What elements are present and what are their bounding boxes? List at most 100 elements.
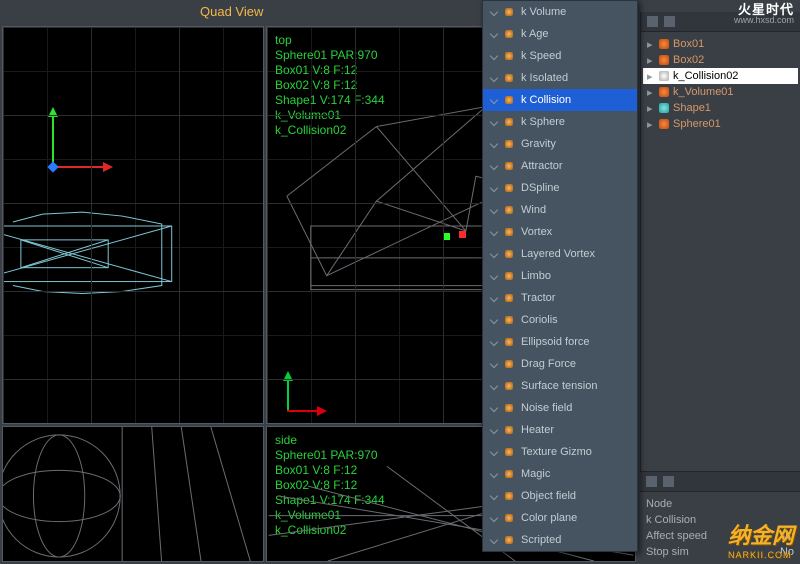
submenu-caret-icon (490, 184, 498, 192)
submenu-caret-icon (490, 316, 498, 324)
force-icon (505, 404, 513, 412)
force-icon (505, 492, 513, 500)
outliner-item-k_collision02[interactable]: ▸k_Collision02 (643, 68, 798, 84)
object-type-icon (659, 55, 669, 65)
menu-item-label: k Isolated (521, 72, 568, 84)
outliner-item-shape1[interactable]: ▸ Shape1 (643, 100, 798, 116)
menu-item-label: Scripted (521, 534, 561, 546)
force-icon (505, 294, 513, 302)
submenu-caret-icon (490, 140, 498, 148)
menu-item-ellipsoid-force[interactable]: Ellipsoid force (483, 331, 637, 353)
menu-item-texture-gizmo[interactable]: Texture Gizmo (483, 441, 637, 463)
submenu-caret-icon (490, 470, 498, 478)
menu-item-label: Gravity (521, 138, 556, 150)
submenu-caret-icon (490, 492, 498, 500)
menu-item-object-field[interactable]: Object field (483, 485, 637, 507)
panel-icon-a[interactable] (647, 16, 658, 27)
menu-item-color-plane[interactable]: Color plane (483, 507, 637, 529)
menu-item-coriolis[interactable]: Coriolis (483, 309, 637, 331)
force-type-menu[interactable]: k Volumek Agek Speed k Isolated k Collisio… (482, 0, 638, 552)
menu-item-k-volume[interactable]: k Volume (483, 1, 637, 23)
tree-caret-icon: ▸ (647, 70, 655, 83)
menu-item-wind[interactable]: Wind (483, 199, 637, 221)
submenu-caret-icon (490, 96, 498, 104)
quad-view-title: Quad View (200, 4, 263, 19)
outliner-item-box02[interactable]: ▸Box02 (643, 52, 798, 68)
force-icon (505, 272, 513, 280)
submenu-caret-icon (490, 30, 498, 38)
object-type-icon (659, 71, 669, 81)
menu-item-label: Noise field (521, 402, 572, 414)
submenu-caret-icon (490, 52, 498, 60)
menu-item-k-speed[interactable]: k Speed (483, 45, 637, 67)
node-heading: Node (646, 498, 672, 510)
submenu-caret-icon (490, 162, 498, 170)
field-stop-sim-value[interactable]: No (780, 546, 794, 558)
outliner-item-label: Shape1 (673, 102, 711, 114)
tree-caret-icon: ▸ (647, 102, 655, 115)
outliner-item-label: Box01 (673, 38, 704, 50)
menu-item-label: Wind (521, 204, 546, 216)
menu-item-label: Coriolis (521, 314, 558, 326)
tree-caret-icon: ▸ (647, 86, 655, 99)
force-icon (505, 162, 513, 170)
node-panel-icon-b[interactable] (663, 476, 674, 487)
menu-item-magic[interactable]: Magic (483, 463, 637, 485)
force-icon (505, 514, 513, 522)
outliner-item-label: k_Volume01 (673, 86, 734, 98)
tree-caret-icon: ▸ (647, 54, 655, 67)
outliner-item-box01[interactable]: ▸Box01 (643, 36, 798, 52)
outliner-tree[interactable]: ▸Box01▸Box02▸k_Collision02▸k_Volume01▸Sh… (641, 32, 800, 136)
menu-item-label: Vortex (521, 226, 552, 238)
wireframe-bl (3, 427, 263, 561)
menu-item-scripted[interactable]: Scripted (483, 529, 637, 551)
menu-item-k-isolated[interactable]: k Isolated (483, 67, 637, 89)
submenu-caret-icon (490, 294, 498, 302)
submenu-caret-icon (490, 206, 498, 214)
force-icon (505, 118, 513, 126)
menu-item-label: k Sphere (521, 116, 565, 128)
menu-item-label: Layered Vortex (521, 248, 595, 260)
menu-item-label: Heater (521, 424, 554, 436)
menu-item-k-collision[interactable]: k Collision (483, 89, 637, 111)
field-affect-speed-value[interactable]: No (780, 530, 794, 542)
menu-item-dspline[interactable]: DSpline (483, 177, 637, 199)
object-type-icon (659, 87, 669, 97)
force-icon (505, 184, 513, 192)
wireframe-tl (3, 27, 263, 423)
submenu-caret-icon (490, 250, 498, 258)
menu-item-label: DSpline (521, 182, 560, 194)
tree-caret-icon: ▸ (647, 118, 655, 131)
menu-item-limbo[interactable]: Limbo (483, 265, 637, 287)
node-panel: Node k Collision Affect speed No Stop si… (640, 471, 800, 564)
menu-item-label: k Collision (521, 94, 571, 106)
menu-item-noise-field[interactable]: Noise field (483, 397, 637, 419)
viewport-top-left[interactable] (2, 26, 264, 424)
field-stop-sim-label: Stop sim (646, 546, 689, 558)
force-icon (505, 30, 513, 38)
menu-item-heater[interactable]: Heater (483, 419, 637, 441)
menu-item-layered-vortex[interactable]: Layered Vortex (483, 243, 637, 265)
selected-vertex-a-icon (459, 231, 466, 238)
menu-item-label: Texture Gizmo (521, 446, 592, 458)
panel-icon-b[interactable] (664, 16, 675, 27)
force-icon (505, 8, 513, 16)
submenu-caret-icon (490, 118, 498, 126)
menu-item-surface-tension[interactable]: Surface tension (483, 375, 637, 397)
menu-item-tractor[interactable]: Tractor (483, 287, 637, 309)
viewport-bottom-left[interactable] (2, 426, 264, 562)
force-icon (505, 448, 513, 456)
menu-item-vortex[interactable]: Vortex (483, 221, 637, 243)
outliner-item-k_volume01[interactable]: ▸ k_Volume01 (643, 84, 798, 100)
force-icon (505, 382, 513, 390)
menu-item-k-sphere[interactable]: k Sphere (483, 111, 637, 133)
outliner-item-sphere01[interactable]: ▸Sphere01 (643, 116, 798, 132)
menu-item-k-age[interactable]: k Age (483, 23, 637, 45)
menu-item-drag-force[interactable]: Drag Force (483, 353, 637, 375)
menu-item-gravity[interactable]: Gravity (483, 133, 637, 155)
force-icon (505, 206, 513, 214)
submenu-caret-icon (490, 514, 498, 522)
menu-item-attractor[interactable]: Attractor (483, 155, 637, 177)
node-panel-icon-a[interactable] (646, 476, 657, 487)
force-icon (505, 250, 513, 258)
